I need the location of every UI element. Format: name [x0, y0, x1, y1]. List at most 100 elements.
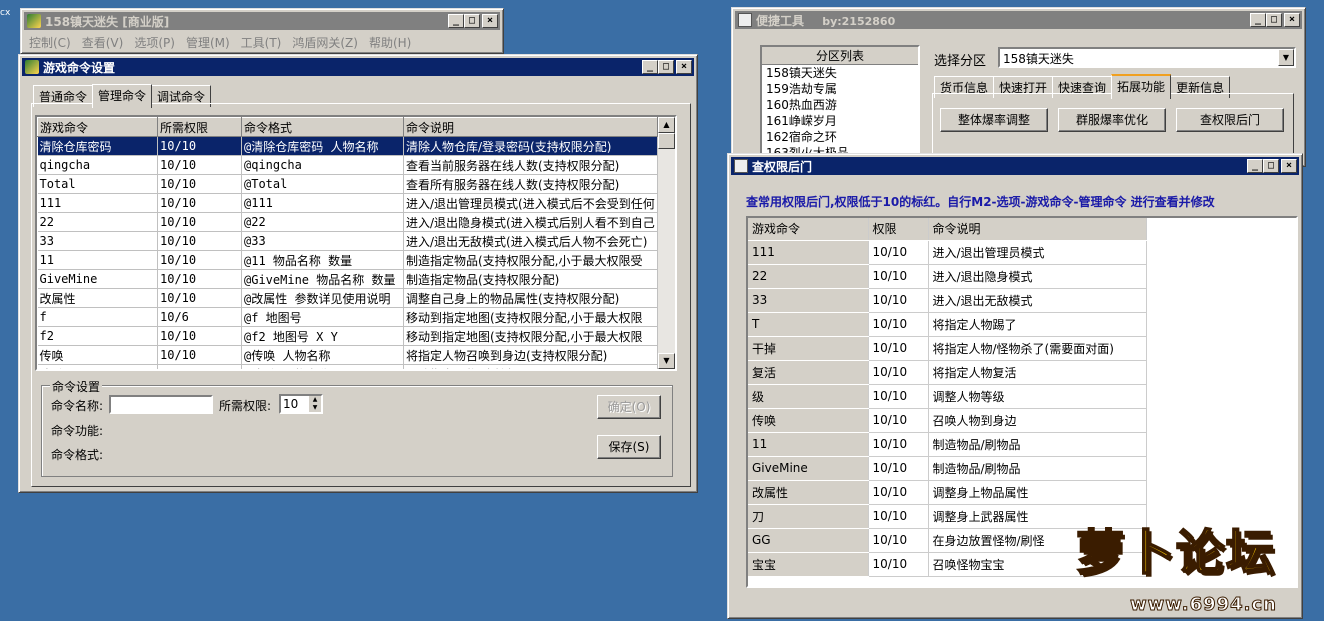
minimize-button[interactable]: _ — [1250, 13, 1266, 27]
table-row[interactable]: 清除仓库密码 10/10 @清除仓库密码 人物名称 清除人物仓库/登录密码(支持权限分… — [37, 136, 658, 156]
tool-tab[interactable]: 拓展功能 — [1111, 74, 1172, 99]
format-cell: @f2 地图号 X Y — [241, 326, 404, 346]
table-row[interactable]: 22 10/10 进入/退出隐身模式 — [748, 264, 1147, 289]
table-row[interactable]: 111 10/10 进入/退出管理员模式 — [748, 240, 1147, 265]
app-icon — [738, 13, 752, 27]
table-row[interactable]: GiveMine 10/10 制造物品/刷物品 — [748, 456, 1147, 481]
command-cell: 传唤 — [37, 345, 158, 365]
menu-item[interactable]: 管理(M) — [182, 34, 237, 51]
zone-select-value: 158镇天迷失 — [1003, 52, 1074, 66]
table-row[interactable]: 11 10/10 @11 物品名称 数量 制造指定物品(支持权限分配,小于最大权限受 — [37, 250, 658, 270]
server-list-item[interactable]: 161峥嵘岁月 — [766, 113, 918, 129]
zone-select[interactable]: 158镇天迷失 ▼ — [998, 47, 1296, 68]
command-cell: 追杀 — [37, 364, 158, 369]
menu-item[interactable]: 鸿盾网关(Z) — [288, 34, 365, 51]
permission-cell: 10/10 — [157, 288, 242, 308]
table-row[interactable]: 追杀10/10@追杀 人物名称跟踪指定人物(支持权限分配) — [37, 364, 658, 369]
close-button[interactable]: × — [1284, 13, 1300, 27]
table-row[interactable]: qingcha 10/10 @qingcha 查看当前服务器在线人数(支持权限分配) — [37, 155, 658, 175]
maximize-button[interactable]: □ — [464, 14, 480, 28]
quick-tools-titlebar[interactable]: 便捷工具 by:2152860 _ □ × — [735, 11, 1302, 29]
table-row[interactable]: f 10/6 @f 地图号 移动到指定地图(支持权限分配,小于最大权限 — [37, 307, 658, 327]
table-row[interactable]: T 10/10 将指定人物踢了 — [748, 312, 1147, 337]
permission-cell: 10/10 — [157, 326, 242, 346]
command-cell: 清除仓库密码 — [37, 136, 158, 156]
table-row[interactable]: 传唤 10/10 召唤人物到身边 — [748, 408, 1147, 433]
server-list-item[interactable]: 159浩劫专属 — [766, 81, 918, 97]
server-list-item[interactable]: 162宿命之环 — [766, 129, 918, 145]
scroll-up-button[interactable]: ▲ — [658, 117, 675, 133]
format-cell: @清除仓库密码 人物名称 — [241, 136, 404, 156]
maximize-button[interactable]: □ — [1266, 13, 1282, 27]
permission-cell: 10/10 — [868, 312, 929, 337]
command-cell: 干掉 — [748, 336, 869, 361]
table-row[interactable]: Total 10/10 @Total 查看所有服务器在线人数(支持权限分配) — [37, 174, 658, 194]
scroll-thumb[interactable] — [658, 133, 675, 149]
description-cell: 调整人物等级 — [928, 384, 1147, 409]
server-list-header[interactable]: 分区列表 — [762, 47, 918, 65]
main-window-titlebar[interactable]: 158镇天迷失 [商业版] _ □ × — [24, 12, 500, 30]
close-button[interactable]: × — [676, 60, 692, 74]
server-list-item[interactable]: 158镇天迷失 — [766, 65, 918, 81]
minimize-button[interactable]: _ — [642, 60, 658, 74]
permission-cell: 10/10 — [868, 432, 929, 457]
close-button[interactable]: × — [1281, 159, 1297, 173]
maximize-button[interactable]: □ — [1263, 159, 1279, 173]
menu-item[interactable]: 查看(V) — [78, 34, 131, 51]
format-cell: @33 — [241, 231, 404, 251]
command-cell: 11 — [37, 250, 158, 270]
required-permission-label: 所需权限: — [219, 399, 272, 413]
chevron-down-icon[interactable]: ▼ — [1278, 49, 1294, 66]
scroll-down-button[interactable]: ▼ — [658, 353, 675, 369]
permission-cell: 10/10 — [157, 193, 242, 213]
permission-cell: 10/10 — [868, 384, 929, 409]
confirm-button[interactable]: 确定(O) — [597, 395, 661, 419]
permission-spinner[interactable]: 10 ▲ ▼ — [279, 394, 323, 414]
table-row[interactable]: 改属性 10/10 调整身上物品属性 — [748, 480, 1147, 505]
spin-up-icon[interactable]: ▲ — [309, 396, 321, 404]
table-row[interactable]: 22 10/10 @22 进入/退出隐身模式(进入模式后别人看不到自己 — [37, 212, 658, 232]
table-row[interactable]: 干掉 10/10 将指定人物/怪物杀了(需要面对面) — [748, 336, 1147, 361]
group-drop-rate-button[interactable]: 群服爆率优化 — [1058, 108, 1166, 132]
table-row[interactable]: 改属性 10/10 @改属性 参数详见使用说明 调整自己身上的物品属性(支持权限分配) — [37, 288, 658, 308]
table-row[interactable]: 33 10/10 进入/退出无敌模式 — [748, 288, 1147, 313]
column-header-permission[interactable]: 所需权限 — [157, 117, 242, 137]
description-cell: 将指定人物踢了 — [928, 312, 1147, 337]
menu-item[interactable]: 工具(T) — [237, 34, 289, 51]
table-row[interactable]: 11 10/10 制造物品/刷物品 — [748, 432, 1147, 457]
column-header-command[interactable]: 游戏命令 — [748, 218, 869, 241]
command-name-input[interactable] — [109, 395, 213, 414]
permission-cell: 10/10 — [157, 345, 242, 365]
table-row[interactable]: GiveMine10/10@GiveMine 物品名称 数量 当前制造指定物品(… — [37, 269, 658, 289]
tab-admin-commands[interactable]: 管理命令 — [92, 84, 153, 108]
server-list-item[interactable]: 160热血西游 — [766, 97, 918, 113]
menu-item[interactable]: 控制(C) — [25, 34, 78, 51]
description-cell: 调整自己身上的物品属性(支持权限分配) — [403, 288, 658, 308]
save-button[interactable]: 保存(S) — [597, 435, 661, 459]
table-row[interactable]: 传唤 10/10 @传唤 人物名称 将指定人物召唤到身边(支持权限分配) — [37, 345, 658, 365]
permission-backdoor-titlebar[interactable]: 查权限后门 _ □ × — [731, 157, 1299, 175]
overall-drop-rate-button[interactable]: 整体爆率调整 — [940, 108, 1048, 132]
table-row[interactable]: 级 10/10 调整人物等级 — [748, 384, 1147, 409]
minimize-button[interactable]: _ — [448, 14, 464, 28]
table-row[interactable]: 复活 10/10 将指定人物复活 — [748, 360, 1147, 385]
quick-tools-window: 便捷工具 by:2152860 _ □ × 分区列表 158镇天迷失 159浩劫专… — [731, 7, 1306, 167]
column-header-permission[interactable]: 权限 — [868, 218, 929, 241]
table-row[interactable]: 33 10/10 @33 进入/退出无敌模式(进入模式后人物不会死亡) — [37, 231, 658, 251]
command-settings-titlebar[interactable]: 游戏命令设置 _ □ × — [22, 58, 694, 76]
maximize-button[interactable]: □ — [658, 60, 674, 74]
column-header-format[interactable]: 命令格式 — [241, 117, 404, 137]
command-table-scrollbar[interactable]: ▲ ▼ — [658, 117, 675, 369]
table-row[interactable]: 111 10/10 @111 进入/退出管理员模式(进入模式后不会受到任何 — [37, 193, 658, 213]
menu-item[interactable]: 选项(P) — [130, 34, 182, 51]
minimize-button[interactable]: _ — [1247, 159, 1263, 173]
column-header-description[interactable]: 命令说明 — [403, 117, 658, 137]
format-cell: @f 地图号 — [241, 307, 404, 327]
menu-item[interactable]: 帮助(H) — [365, 34, 418, 51]
close-button[interactable]: × — [482, 14, 498, 28]
spin-down-icon[interactable]: ▼ — [309, 404, 321, 412]
table-row[interactable]: f2 10/10 @f2 地图号 X Y 移动到指定地图(支持权限分配,小于最大权限 — [37, 326, 658, 346]
check-backdoor-button[interactable]: 查权限后门 — [1176, 108, 1284, 132]
column-header-command[interactable]: 游戏命令 — [37, 117, 158, 137]
column-header-description[interactable]: 命令说明 — [928, 218, 1147, 241]
